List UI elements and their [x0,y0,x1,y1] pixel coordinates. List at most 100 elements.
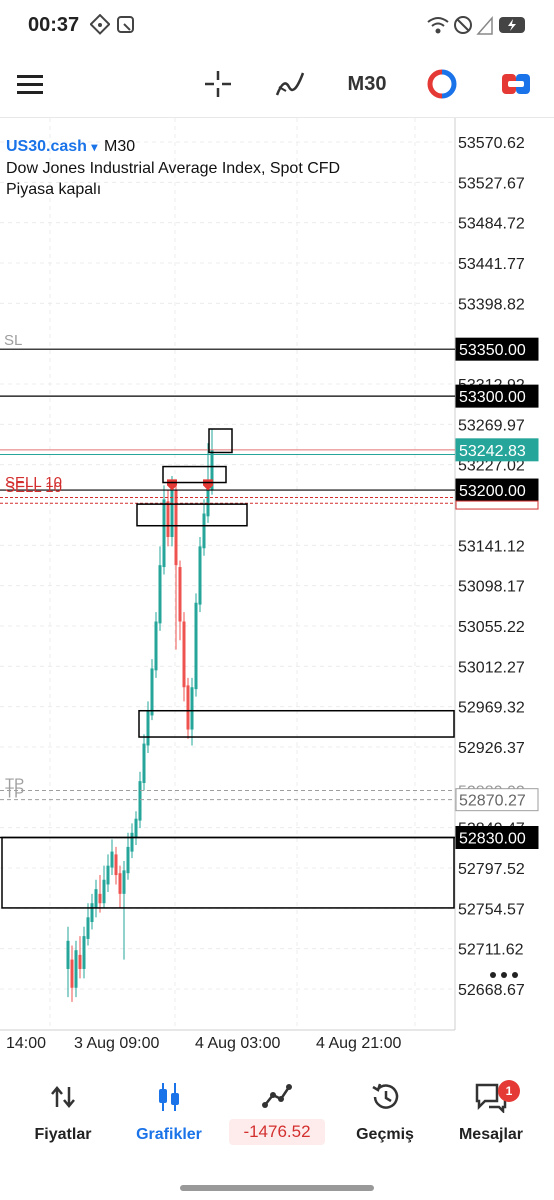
dot-icon [490,972,496,978]
nav-charts-label: Grafikler [136,1126,202,1143]
candle-body [114,854,118,876]
candle [162,485,166,575]
signal-icon [476,16,493,35]
time-axis-label: 3 Aug 09:00 [74,1035,160,1052]
indicators-button[interactable] [270,64,310,104]
nav-history-label: Geçmiş [356,1126,414,1143]
home-indicator[interactable] [180,1185,374,1191]
price-axis-label: 53055.22 [458,619,525,636]
candle-body [166,501,170,537]
crosshair-icon [205,71,231,97]
symbol-name[interactable]: US30.cash ▾ [6,138,97,156]
candle [78,936,82,979]
price-axis-label: 52926.37 [458,740,525,757]
candle-body [66,940,70,969]
menu-button[interactable] [10,64,50,104]
candle [154,612,158,678]
tp-label: TP [5,785,24,802]
price-axis-label: 52797.52 [458,861,525,878]
time-axis-label: 14:00 [6,1035,46,1052]
candle-body [110,851,114,868]
candle [146,701,150,753]
bottom-navigation: Fiyatlar Grafikler -1476.52 Geçmiş 1 Mes… [0,1060,554,1200]
candle [130,823,134,859]
chart-area[interactable]: 53570.62 53527.67 53484.72 53441.77 53398.82… [0,118,554,1056]
notification-app-icon [117,16,134,33]
bid-price-tag: 53242.83 [459,443,526,460]
candle-body [194,602,198,690]
price-axis-label: 53398.82 [458,296,525,313]
candle [182,612,186,702]
price-axis-label: 53441.77 [458,256,525,273]
candle-body [182,621,186,688]
chart-period: M30 [104,138,136,155]
candle-body [78,954,82,969]
candle-body [130,832,134,852]
one-click-trading-button[interactable] [496,64,536,104]
candle-body [134,818,138,838]
candle [126,832,130,880]
candle [106,854,110,892]
nav-messages[interactable]: 1 Mesajlar [436,1080,546,1160]
candle [142,734,146,791]
candle [190,677,194,746]
tp-price-tag: 52870.27 [459,793,526,810]
price-axis-label: 53141.12 [458,538,525,555]
more-options-button[interactable] [490,972,518,978]
price-chart[interactable]: 53570.62 53527.67 53484.72 53441.77 53398.82… [0,118,554,1056]
candle [118,865,122,908]
support-zone [1,836,455,909]
trade-button[interactable] [422,64,462,104]
candle [166,490,170,547]
hamburger-icon [17,75,43,94]
candle-body [102,879,106,904]
time-axis-label: 4 Aug 21:00 [316,1035,402,1052]
candle [114,846,118,885]
candle [82,926,86,979]
candle [110,839,114,876]
candle [134,811,138,846]
price-axis-label: 52668.67 [458,982,525,999]
nav-quotes[interactable]: Fiyatlar [8,1080,118,1160]
candle-body [142,743,146,784]
candle-body [70,959,74,988]
candle [102,865,106,908]
trade-circle-icon [427,69,457,99]
candle-body [146,710,150,746]
trade-line-icon [262,1084,292,1108]
candle-body [150,668,154,716]
zone-box [136,503,248,527]
price-axis-label: 52754.57 [458,901,525,918]
candle-body [190,687,194,730]
candle-body [162,499,166,568]
quotes-arrows-icon [51,1086,75,1108]
dot-icon [512,972,518,978]
sell-price-tag-edge [455,500,539,510]
chart-toolbar: M30 [0,52,554,118]
nav-charts[interactable]: Grafikler [114,1080,224,1160]
price-axis-label: 53269.97 [458,417,525,434]
candle [98,875,102,913]
candle [122,860,126,960]
supply-demand-zone [138,709,455,738]
timeframe-button[interactable]: M30 [340,64,394,104]
indicator-icon [275,72,305,96]
candle [158,546,162,631]
candle-body [198,546,202,605]
do-not-disturb-icon [454,16,472,34]
candle [198,536,202,613]
candle-body [186,685,190,730]
entry-price-tag: 53200.00 [459,483,526,500]
candle-body [170,485,174,537]
price-axis-label: 53012.27 [458,659,525,676]
candle [66,926,70,998]
messages-badge: 1 [498,1080,520,1102]
nav-quotes-label: Fiyatlar [34,1126,92,1143]
candle [94,879,98,918]
crosshair-button[interactable] [198,64,238,104]
candle-body [94,889,98,908]
trade-profit-badge[interactable]: -1476.52 [229,1119,325,1145]
nav-history[interactable]: Geçmiş [330,1080,440,1160]
candle [70,945,74,1002]
candle [178,560,182,641]
